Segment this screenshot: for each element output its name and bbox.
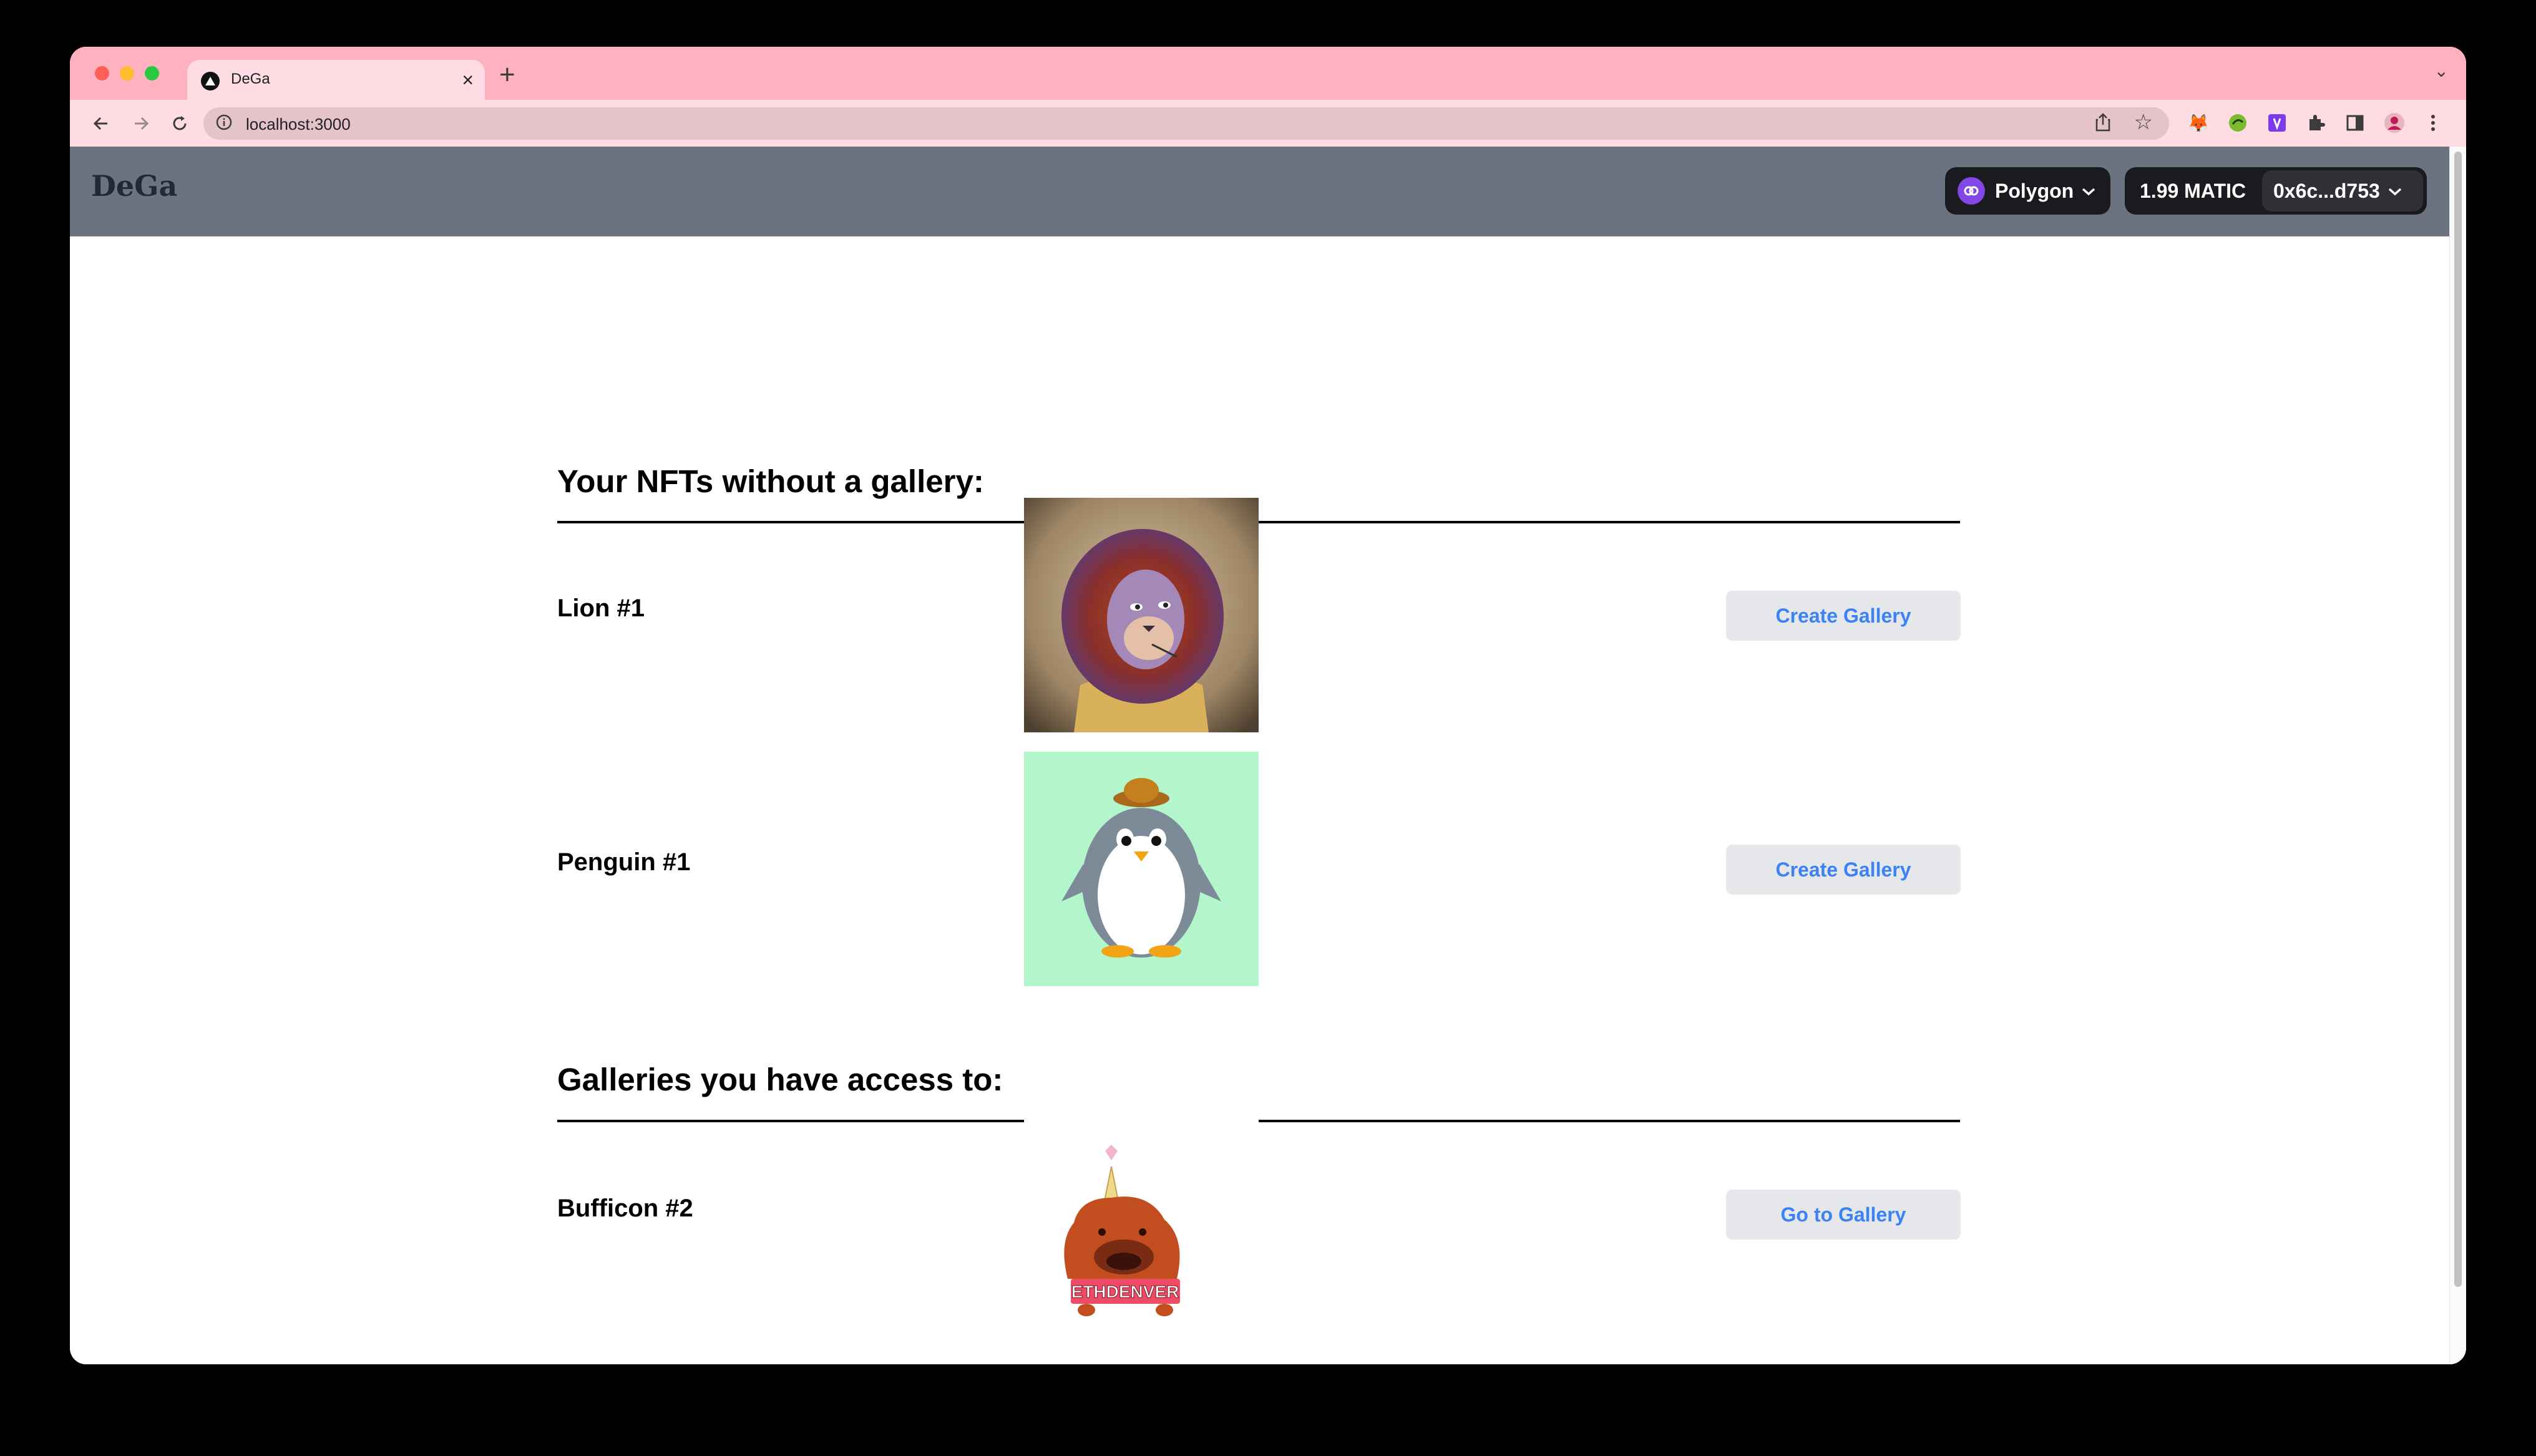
tab-title: DeGa — [231, 70, 270, 87]
section-title-nfts-without-gallery: Your NFTs without a gallery: — [557, 463, 984, 499]
back-arrow-icon[interactable] — [86, 109, 116, 138]
chevron-down-icon — [2081, 181, 2096, 201]
app-header: DeGa Polygon 1.99 MATIC 0x6c...d753 — [70, 147, 2450, 236]
tab-strip: DeGa × + ⌄ — [70, 47, 2466, 100]
tab-search-chevron-icon[interactable]: ⌄ — [2434, 61, 2449, 81]
page-scrollbar[interactable] — [2449, 147, 2466, 1364]
go-to-gallery-button-bufficon[interactable]: Go to Gallery — [1726, 1190, 1961, 1240]
share-icon[interactable] — [2094, 112, 2112, 137]
side-panel-icon[interactable] — [2343, 111, 2367, 135]
network-selector-button[interactable]: Polygon — [1945, 167, 2110, 215]
site-info-icon[interactable] — [216, 114, 232, 130]
nft-name-lion: Lion #1 — [557, 595, 645, 622]
purple-extension-icon[interactable] — [2265, 111, 2289, 135]
penguin-nft-image — [1024, 752, 1259, 986]
bookmark-star-icon[interactable]: ☆ — [2134, 110, 2153, 135]
create-gallery-button-penguin[interactable]: Create Gallery — [1726, 845, 1961, 895]
lion-nft-image — [1024, 498, 1259, 732]
tab-close-icon[interactable]: × — [462, 67, 474, 92]
extensions-puzzle-icon[interactable] — [2304, 111, 2328, 135]
app-logo[interactable]: DeGa — [91, 169, 177, 203]
browser-menu-icon[interactable] — [2421, 111, 2445, 135]
section-title-galleries-access: Galleries you have access to: — [557, 1062, 1003, 1097]
section-divider — [557, 521, 1960, 523]
close-window-button[interactable] — [95, 66, 109, 80]
section-divider — [557, 1120, 1960, 1122]
browser-window: DeGa × + ⌄ localhost:3000 ☆ 🦊 DeGa Polyg… — [70, 47, 2466, 1364]
url-text[interactable]: localhost:3000 — [246, 115, 351, 134]
nft-name-bufficon: Bufficon #2 — [557, 1195, 693, 1222]
new-tab-button[interactable]: + — [499, 59, 515, 90]
profile-avatar-icon[interactable] — [2382, 111, 2406, 135]
bufficon-nft-image: ETHDENVER — [1024, 1098, 1259, 1332]
reload-icon[interactable] — [165, 109, 195, 138]
page-viewport: DeGa Polygon 1.99 MATIC 0x6c...d753 Your… — [70, 147, 2450, 1364]
green-extension-icon[interactable] — [2226, 111, 2250, 135]
minimize-window-button[interactable] — [120, 66, 134, 80]
scrollbar-thumb[interactable] — [2454, 152, 2462, 1287]
chevron-down-icon — [2387, 181, 2402, 201]
browser-tab-dega[interactable]: DeGa × — [187, 60, 485, 100]
polygon-icon — [1958, 177, 1985, 205]
ethdenver-banner-text: ETHDENVER — [1071, 1282, 1179, 1301]
metamask-extension-icon[interactable]: 🦊 — [2187, 111, 2210, 135]
network-name: Polygon — [1995, 179, 2074, 202]
wallet-address: 0x6c...d753 — [2273, 179, 2380, 202]
nft-name-penguin: Penguin #1 — [557, 848, 691, 876]
address-bar[interactable]: localhost:3000 ☆ — [203, 107, 2169, 140]
browser-toolbar: localhost:3000 ☆ 🦊 — [70, 100, 2466, 147]
dega-favicon-icon — [201, 72, 220, 90]
wallet-account-button[interactable]: 1.99 MATIC 0x6c...d753 — [2125, 167, 2427, 215]
create-gallery-button-lion[interactable]: Create Gallery — [1726, 591, 1961, 641]
maximize-window-button[interactable] — [145, 66, 159, 80]
wallet-balance: 1.99 MATIC — [2140, 180, 2246, 202]
forward-arrow-icon[interactable] — [126, 109, 156, 138]
wallet-address-pill[interactable]: 0x6c...d753 — [2262, 170, 2423, 211]
